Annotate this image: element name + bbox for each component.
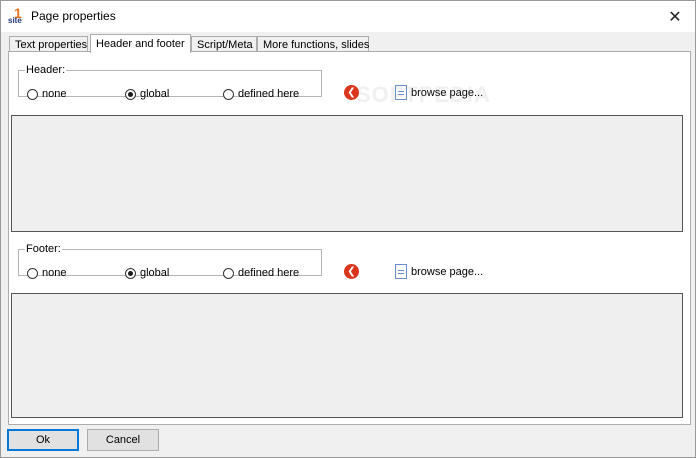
footer-group: Footer: none global defined here <box>18 243 322 279</box>
page-properties-dialog: 1 site Page properties ✕ Text properties… <box>0 0 696 458</box>
header-radio-defined-here[interactable]: defined here <box>223 88 299 100</box>
ok-button[interactable]: Ok <box>7 429 79 451</box>
tab-script-meta[interactable]: Script/Meta <box>191 36 257 52</box>
radio-icon <box>27 267 38 279</box>
footer-radio-defined-here-label: defined here <box>238 267 300 279</box>
header-browse-page-label: browse page... <box>411 86 484 99</box>
footer-radio-global[interactable]: global <box>125 267 169 279</box>
radio-icon <box>27 88 38 100</box>
document-icon <box>395 85 407 100</box>
footer-content-area[interactable] <box>11 293 683 418</box>
header-radio-none[interactable]: none <box>27 88 66 100</box>
close-icon[interactable]: ✕ <box>655 1 695 32</box>
footer-browse-page-label: browse page... <box>411 265 484 278</box>
header-radio-global[interactable]: global <box>125 88 169 100</box>
app-icon-word: site <box>8 16 22 25</box>
header-browse-page-button[interactable]: browse page... <box>395 85 483 100</box>
tab-header-and-footer[interactable]: Header and footer <box>90 34 191 53</box>
header-radio-none-label: none <box>42 88 67 100</box>
footer-browse-page-button[interactable]: browse page... <box>395 264 483 279</box>
header-back-arrow-icon[interactable]: ❮ <box>344 85 359 100</box>
window-title: Page properties <box>31 9 116 23</box>
app-icon: 1 site <box>8 5 26 25</box>
footer-legend: Footer: <box>26 243 61 255</box>
header-legend: Header: <box>26 64 66 76</box>
title-bar: 1 site Page properties ✕ <box>1 1 695 32</box>
tab-more-functions-slides[interactable]: More functions, slides <box>257 36 369 52</box>
header-group: Header: none global defined here <box>18 64 322 100</box>
header-footer-panel: Header: none global defined here ❮ brows… <box>8 51 691 425</box>
header-content-area[interactable] <box>11 115 683 232</box>
footer-radio-none[interactable]: none <box>27 267 66 279</box>
document-icon <box>395 264 407 279</box>
cancel-button[interactable]: Cancel <box>87 429 159 451</box>
header-radio-defined-here-label: defined here <box>238 88 300 100</box>
header-radio-global-label: global <box>140 88 170 100</box>
footer-back-arrow-icon[interactable]: ❮ <box>344 264 359 279</box>
footer-radio-defined-here[interactable]: defined here <box>223 267 299 279</box>
radio-checked-icon <box>125 88 136 100</box>
radio-checked-icon <box>125 267 136 279</box>
radio-icon <box>223 267 234 279</box>
tab-text-properties[interactable]: Text properties <box>9 36 88 52</box>
radio-icon <box>223 88 234 100</box>
footer-radio-global-label: global <box>140 267 170 279</box>
footer-radio-none-label: none <box>42 267 67 279</box>
